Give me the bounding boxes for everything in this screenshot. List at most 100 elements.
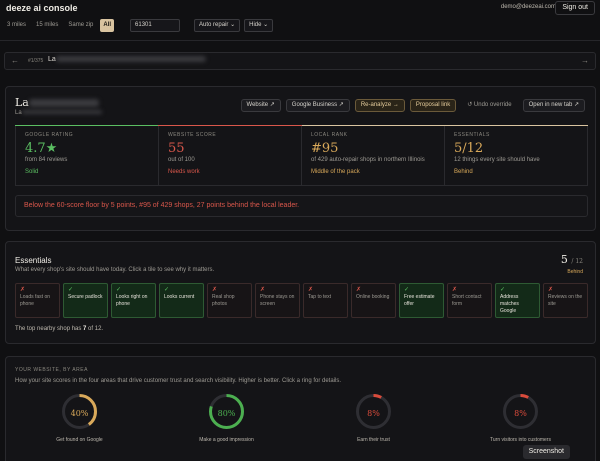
essential-tile[interactable]: ✗ Real shop photos: [207, 283, 252, 318]
zip-input[interactable]: 61301: [130, 19, 181, 32]
business-navigator: ← #1/375 La →: [4, 52, 596, 70]
area-label: Get found on Google: [56, 437, 103, 443]
essential-label: Looks current: [164, 294, 195, 300]
redacted-text: [55, 56, 206, 63]
essential-tile[interactable]: ✗ Phone stays on screen: [255, 283, 300, 318]
user-email: demo@deezeai.com: [500, 4, 556, 10]
essential-tile[interactable]: ✗ Online booking: [351, 283, 396, 318]
essential-tile[interactable]: ✗ Loads fast on phone: [15, 283, 60, 318]
area-ring[interactable]: 8% Earn their trust: [300, 393, 447, 453]
signout-button[interactable]: Sign out: [555, 1, 595, 15]
metric-card[interactable]: LOCAL RANK #95 of 429 auto-repair shops in…: [302, 126, 445, 185]
check-icon: ✓: [164, 287, 170, 293]
redacted-text: [21, 110, 102, 115]
metric-label: WEBSITE SCORE: [168, 132, 217, 138]
radius-3-miles-button[interactable]: 3 miles: [4, 19, 29, 32]
cross-icon: ✗: [356, 287, 362, 293]
arrow-right-icon[interactable]: →: [581, 56, 589, 65]
essential-label: Online booking: [356, 294, 390, 300]
check-icon: ✓: [68, 287, 74, 293]
essential-tile[interactable]: ✗ Reviews on the site: [543, 283, 588, 318]
action-button-2[interactable]: Re-analyze →: [354, 99, 405, 112]
business-address-text: La: [15, 110, 22, 116]
chevron-down-icon: ⌄: [263, 22, 269, 28]
area-ring[interactable]: 8% Turn visitors into customers: [447, 393, 594, 453]
check-icon: ✓: [500, 287, 506, 293]
business-name-prefix: La: [48, 56, 56, 63]
action-button-3[interactable]: Proposal link: [409, 99, 457, 112]
business-name-nav: La: [48, 56, 206, 63]
cross-icon: ✗: [452, 287, 458, 293]
areas-panel: YOUR WEBSITE, BY AREA How your site scor…: [5, 356, 596, 461]
essential-tile[interactable]: ✓ Looks current: [159, 283, 204, 318]
action-button-0[interactable]: Website ↗: [240, 99, 281, 112]
essential-label: Secure padlock: [68, 294, 103, 300]
area-ring[interactable]: 40% Get found on Google: [6, 393, 153, 453]
action-button-5[interactable]: Open in new tab ↗: [522, 99, 585, 112]
chevron-down-icon: ⌄: [230, 22, 236, 28]
area-ring[interactable]: 80% Make a good impression: [153, 393, 300, 453]
metric-value: 4.7★: [25, 141, 58, 156]
business-name: La: [15, 96, 99, 109]
essential-tile[interactable]: ✓ Address matches Google: [495, 283, 540, 318]
essentials-subtitle: What every shop's site should have today…: [15, 267, 215, 273]
brand-title: deeze ai console: [6, 3, 78, 13]
check-icon: ✓: [116, 287, 122, 293]
essential-label: Address matches Google: [500, 294, 519, 314]
essentials-tiles: ✗ Loads fast on phone ✓ Secure padlock ✓ Look…: [15, 283, 588, 318]
essential-label: Looks right on phone: [116, 294, 148, 307]
score-alert: Below the 60-score floor by 5 points, #9…: [15, 195, 588, 217]
essential-tile[interactable]: ✗ Short contact form: [447, 283, 492, 318]
hide-select[interactable]: Hide ⌄: [244, 19, 274, 32]
metric-card[interactable]: GOOGLE RATING 4.7★ from 84 reviews Solid: [16, 126, 159, 185]
metric-cards: GOOGLE RATING 4.7★ from 84 reviews Solid WEB…: [15, 126, 588, 186]
areas-title: YOUR WEBSITE, BY AREA: [15, 367, 88, 373]
business-address: La: [15, 110, 102, 116]
radius-same-zip-button[interactable]: Same zip: [65, 19, 96, 32]
essentials-score-total: / 12: [571, 258, 583, 265]
metric-value: 5/12: [454, 141, 484, 156]
radius-15-miles-button[interactable]: 15 miles: [33, 19, 61, 32]
filter-bar: 3 miles 15 miles Same zip All 61301 Auto…: [4, 19, 274, 32]
cross-icon: ✗: [548, 287, 554, 293]
metric-status: Middle of the pack: [311, 169, 360, 175]
area-label: Turn visitors into customers: [490, 437, 551, 443]
area-label: Make a good impression: [199, 437, 254, 443]
essential-label: Phone stays on screen: [260, 294, 295, 307]
metric-label: GOOGLE RATING: [25, 132, 74, 138]
essential-tile[interactable]: ✗ Tap to text: [303, 283, 348, 318]
arrow-left-icon[interactable]: ←: [11, 56, 19, 65]
cross-icon: ✗: [212, 287, 218, 293]
action-button-4[interactable]: ↺ Undo override: [461, 99, 517, 112]
top-shop-note-prefix: The top nearby shop has: [15, 326, 84, 332]
areas-subtitle: How your site scores in the four areas t…: [15, 378, 342, 384]
essential-label: Short contact form: [452, 294, 482, 307]
area-value: 40%: [70, 409, 89, 418]
area-value: 8%: [367, 409, 380, 418]
hide-label: Hide: [249, 22, 262, 28]
radius-all-button[interactable]: All: [100, 19, 115, 32]
essential-label: Tap to text: [308, 294, 332, 300]
business-index: #1/375: [28, 58, 44, 64]
essential-tile[interactable]: ✓ Looks right on phone: [111, 283, 156, 318]
metric-card[interactable]: WEBSITE SCORE 55 out of 100 Needs work: [159, 126, 302, 185]
metric-sub: out of 100: [168, 157, 195, 163]
area-value: 8%: [514, 409, 527, 418]
metric-sub: from 84 reviews: [25, 157, 68, 163]
area-value: 80%: [217, 409, 236, 418]
cross-icon: ✗: [20, 287, 26, 293]
metric-card[interactable]: ESSENTIALS 5/12 12 things every site shoul…: [445, 126, 587, 185]
essential-tile[interactable]: ✓ Secure padlock: [63, 283, 108, 318]
check-icon: ✓: [404, 287, 410, 293]
action-button-1[interactable]: Google Business ↗: [285, 99, 350, 112]
metric-label: LOCAL RANK: [311, 132, 348, 138]
category-value: Auto repair: [199, 22, 229, 28]
essential-label: Real shop photos: [212, 294, 235, 307]
cross-icon: ✗: [308, 287, 314, 293]
top-shop-note-suffix: of 12.: [86, 326, 104, 332]
top-shop-note: The top nearby shop has 7 of 12.: [15, 326, 103, 332]
business-name-text: La: [15, 96, 29, 109]
essential-tile[interactable]: ✓ Free estimate offer: [399, 283, 444, 318]
category-select[interactable]: Auto repair ⌄: [194, 19, 241, 32]
screenshot-button[interactable]: Screenshot: [522, 445, 570, 459]
